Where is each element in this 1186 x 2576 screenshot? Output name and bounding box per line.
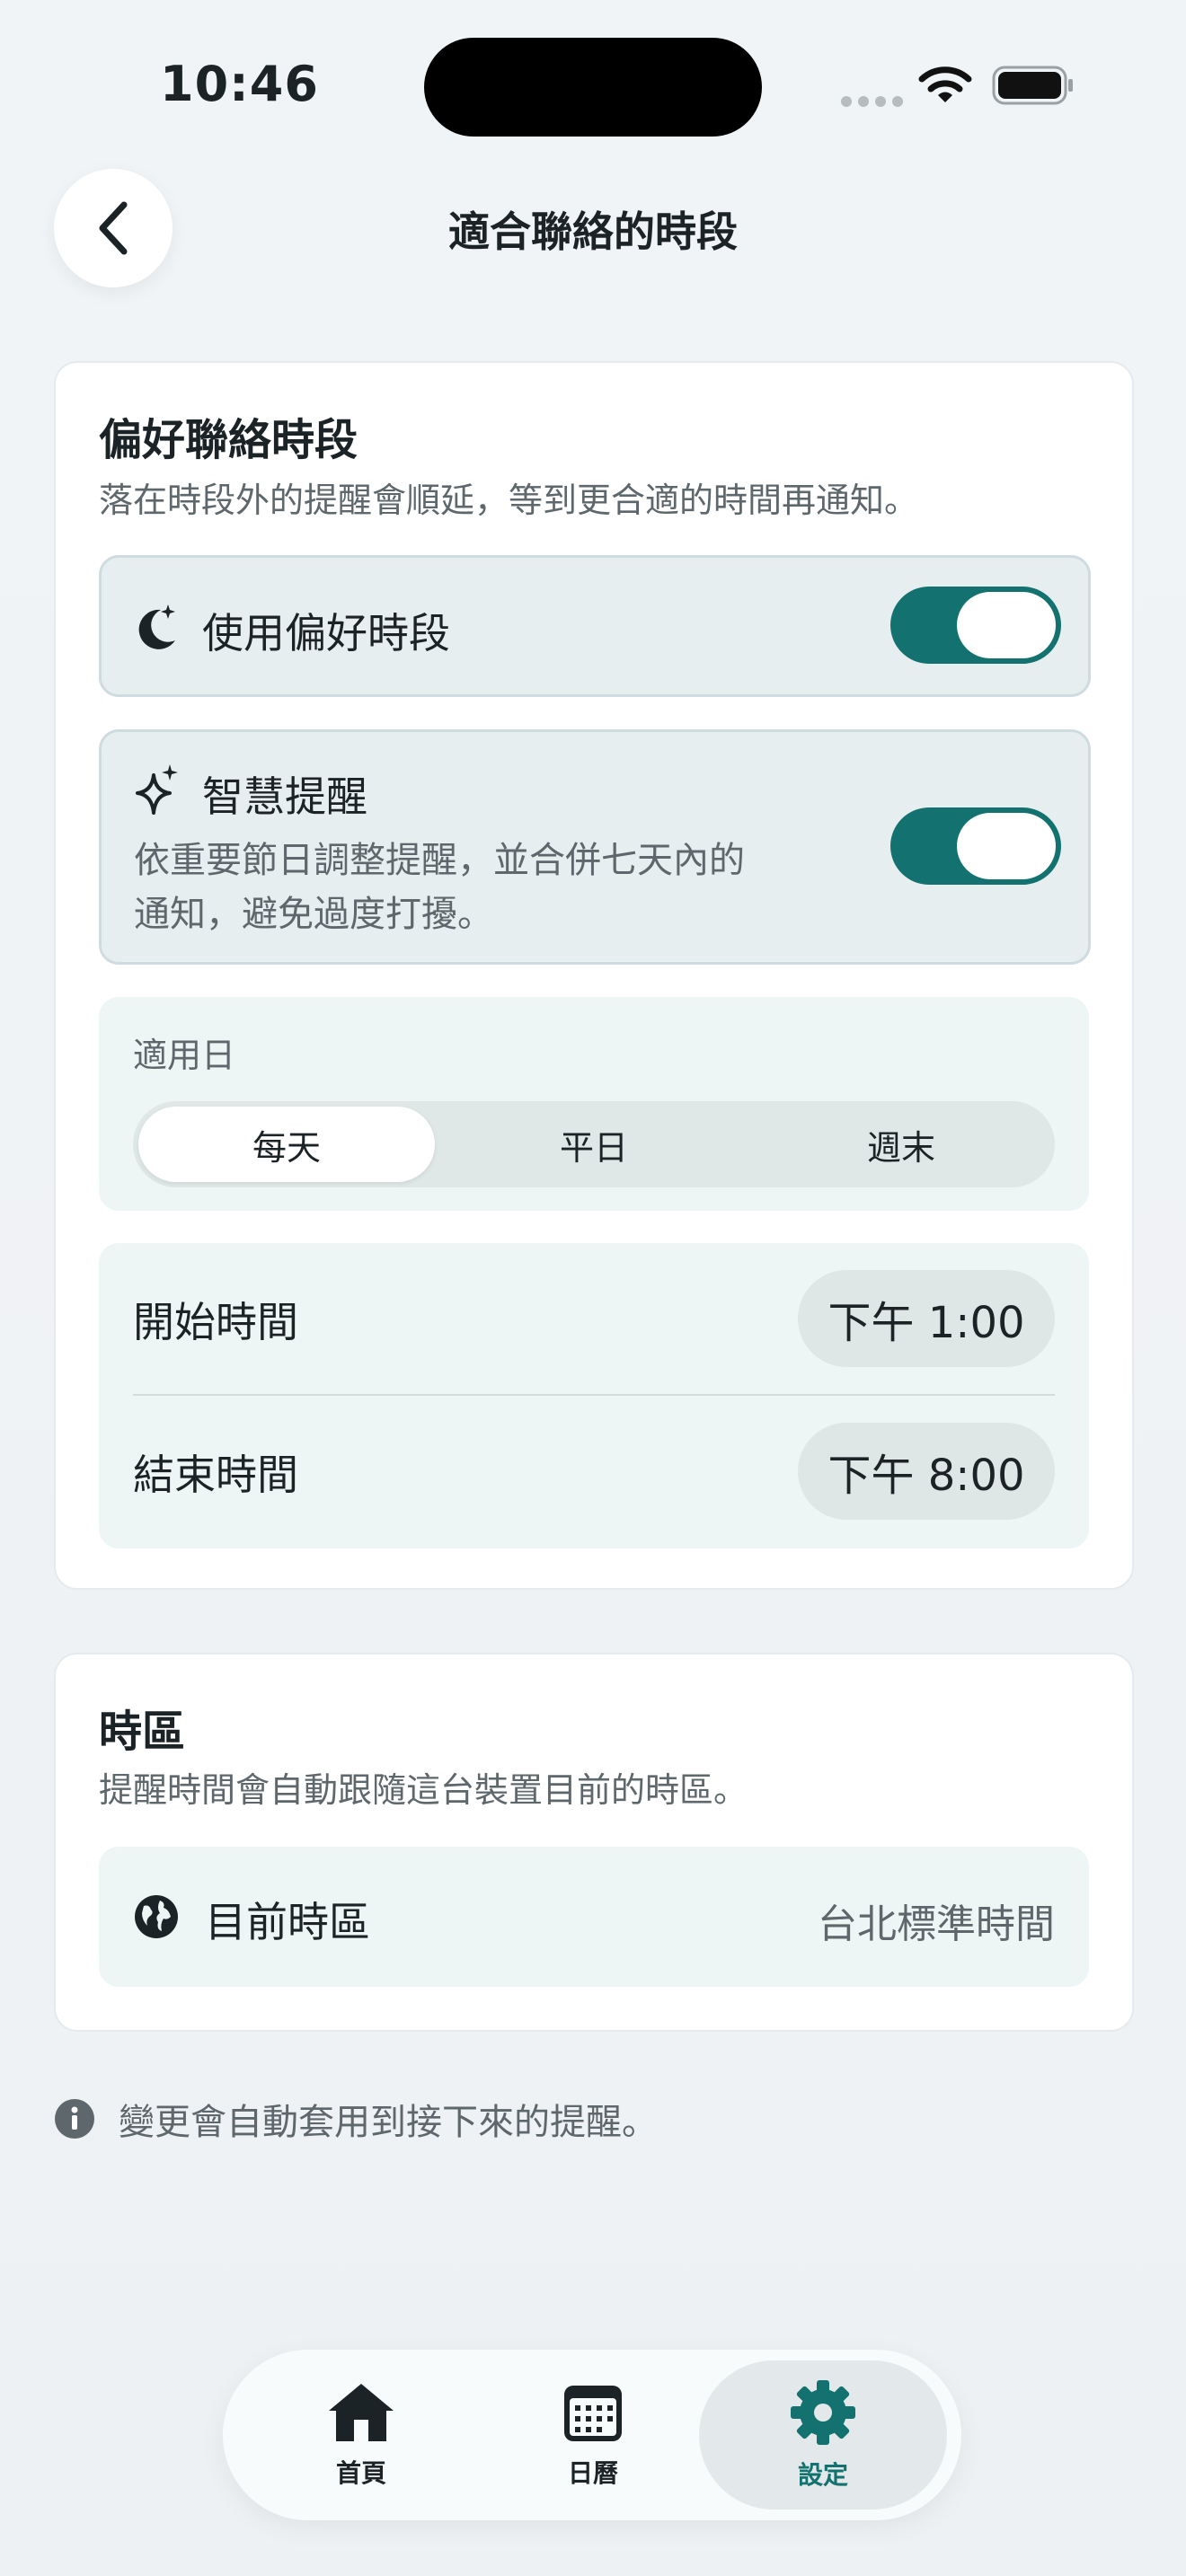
status-time: 10:46 [160,56,319,112]
segment-weekdays[interactable]: 平日 [446,1107,742,1182]
tab-home[interactable]: 首頁 [237,2360,485,2510]
current-timezone-row: 目前時區 台北標準時間 [99,1847,1089,1987]
end-time-button[interactable]: 下午 8:00 [798,1423,1055,1520]
days-segmented-control: 每天 平日 週末 [133,1101,1055,1187]
use-preferred-toggle[interactable] [890,587,1061,664]
section-title: 偏好聯絡時段 [99,415,358,465]
gear-icon [791,2380,855,2445]
smart-reminder-desc: 依重要節日調整提醒，並合併七天內的 [134,840,745,881]
applicable-days-box: 適用日 每天 平日 週末 [99,997,1089,1211]
timezone-title: 時區 [99,1707,186,1757]
calendar-icon [564,2386,622,2441]
timezone-card: 時區 提醒時間會自動跟隨這台裝置目前的時區。 目前時區 台北標準時間 [54,1653,1134,2032]
auto-apply-note: 變更會自動套用到接下來的提醒。 [54,2093,658,2145]
tab-settings-label: 設定 [797,2460,848,2490]
divider [133,1394,1055,1396]
smart-reminder-row[interactable]: 智慧提醒 依重要節日調整提醒，並合併七天內的 通知，避免過度打擾。 [99,729,1091,965]
segment-everyday[interactable]: 每天 [138,1107,435,1182]
dynamic-island [424,38,762,137]
info-icon [55,2099,94,2139]
segment-weekends[interactable]: 週末 [753,1107,1049,1182]
section-subtitle: 落在時段外的提醒會順延，等到更合適的時間再通知。 [99,481,919,520]
tab-bar: 首頁 日曆 設定 [223,2350,961,2520]
applicable-days-label: 適用日 [133,1036,236,1075]
current-timezone-value: 台北標準時間 [818,1901,1055,1947]
start-time-button[interactable]: 下午 1:00 [798,1270,1055,1367]
globe-icon [135,1895,178,1938]
tab-calendar-label: 日曆 [567,2458,618,2488]
use-preferred-row[interactable]: 使用偏好時段 [99,555,1091,697]
current-timezone-label: 目前時區 [205,1898,370,1946]
tab-calendar[interactable]: 日曆 [469,2360,717,2510]
smart-reminder-desc-2: 通知，避免過度打擾。 [134,894,493,935]
note-text: 變更會自動套用到接下來的提醒。 [119,2102,658,2143]
signal-icon [841,93,913,107]
home-icon [329,2384,394,2441]
battery-icon [992,66,1073,105]
sparkles-icon [136,764,178,815]
tab-home-label: 首頁 [335,2458,386,2488]
timezone-subtitle: 提醒時間會自動跟隨這台裝置目前的時區。 [99,1770,748,1810]
smart-reminder-toggle[interactable] [890,807,1061,885]
start-time-label: 開始時間 [133,1298,298,1346]
smart-reminder-label: 智慧提醒 [202,772,367,821]
preferred-period-card: 偏好聯絡時段 落在時段外的提醒會順延，等到更合適的時間再通知。 使用偏好時段 智… [54,361,1134,1590]
wifi-icon [918,66,972,102]
use-preferred-label: 使用偏好時段 [202,609,450,657]
page-title: 適合聯絡的時段 [448,207,738,256]
end-time-label: 結束時間 [133,1451,298,1499]
moon-icon [138,604,175,649]
time-range-box: 開始時間 下午 1:00 結束時間 下午 8:00 [99,1243,1089,1548]
tab-settings[interactable]: 設定 [699,2360,947,2510]
